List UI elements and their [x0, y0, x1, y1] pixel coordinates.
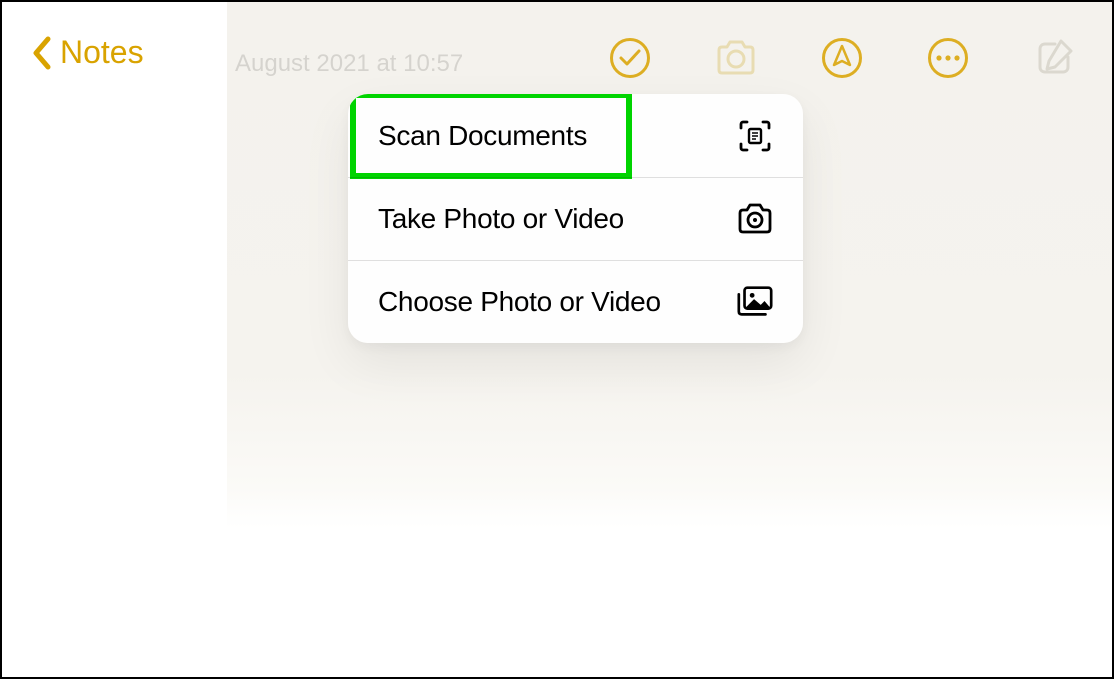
- photo-library-icon: [735, 282, 775, 322]
- compose-icon[interactable]: [1030, 34, 1078, 82]
- menu-item-label: Choose Photo or Video: [378, 286, 661, 318]
- camera-icon: [735, 199, 775, 239]
- note-date: August 2021 at 10:57: [235, 50, 463, 78]
- menu-item-label: Scan Documents: [378, 120, 587, 152]
- markup-icon[interactable]: [818, 34, 866, 82]
- chevron-left-icon: [30, 36, 54, 70]
- camera-menu-popup: Scan Documents Take Photo or Video: [348, 94, 803, 343]
- more-icon[interactable]: [924, 34, 972, 82]
- toolbar: [606, 34, 1078, 82]
- menu-item-take-photo[interactable]: Take Photo or Video: [348, 177, 803, 260]
- scan-document-icon: [735, 116, 775, 156]
- back-label: Notes: [60, 34, 144, 71]
- menu-item-choose-photo[interactable]: Choose Photo or Video: [348, 260, 803, 343]
- back-button[interactable]: Notes: [30, 34, 144, 71]
- menu-item-label: Take Photo or Video: [378, 203, 624, 235]
- checklist-icon[interactable]: [606, 34, 654, 82]
- camera-toolbar-icon[interactable]: [712, 34, 760, 82]
- note-editor: August 2021 at 10:57: [227, 2, 1112, 677]
- menu-item-scan-documents[interactable]: Scan Documents: [348, 94, 803, 177]
- sidebar: Notes: [2, 2, 227, 677]
